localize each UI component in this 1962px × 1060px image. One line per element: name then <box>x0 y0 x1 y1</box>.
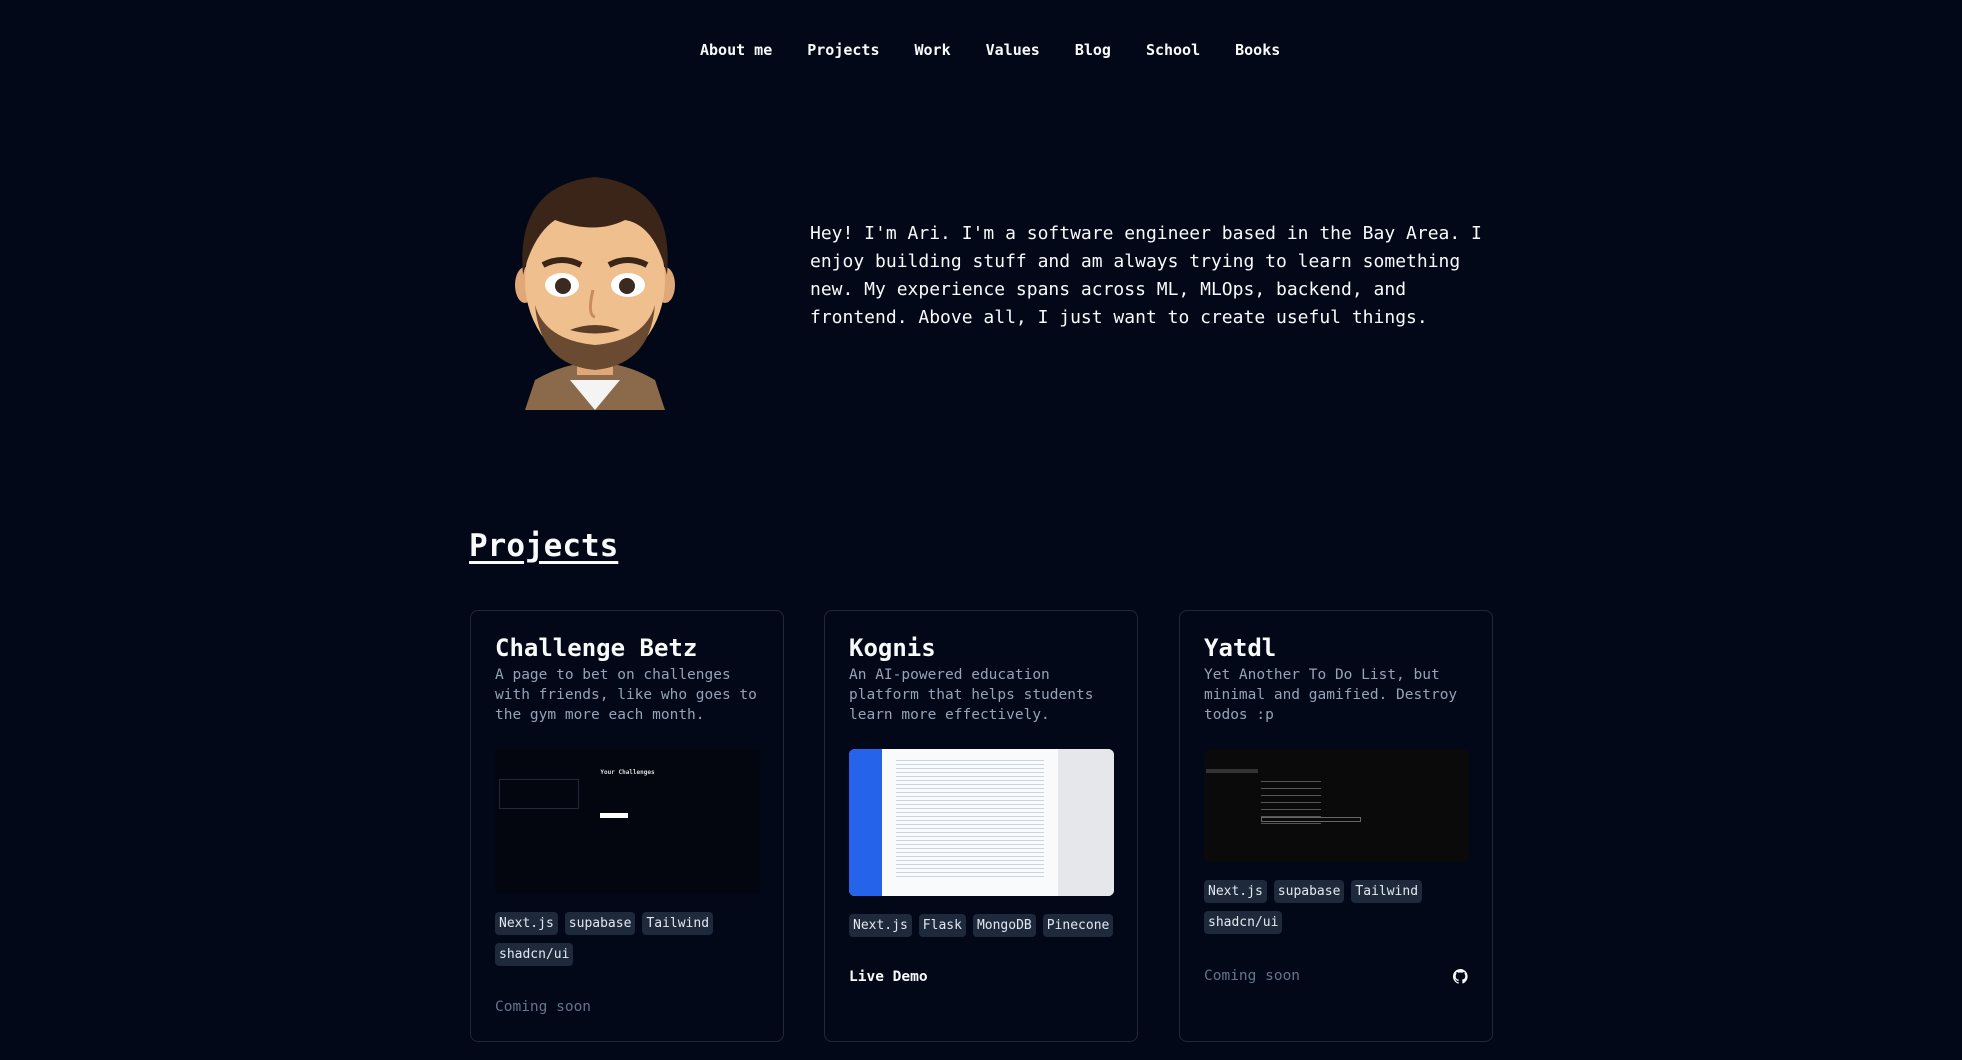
tag: shadcn/ui <box>1204 911 1283 934</box>
project-title: Yatdl <box>1204 634 1277 662</box>
status-text: Coming soon <box>1204 968 1301 984</box>
nav-books[interactable]: Books <box>1235 38 1280 62</box>
screenshot-title: Your Challenges <box>600 769 655 776</box>
project-card-kognis: Kognis An AI-powered education platform … <box>824 610 1138 1042</box>
nav-values[interactable]: Values <box>986 38 1040 62</box>
tag: shadcn/ui <box>495 943 574 966</box>
tag: Pinecone <box>1042 914 1114 937</box>
tag: Tailwind <box>642 912 714 935</box>
tag: MongoDB <box>972 914 1036 937</box>
nav-blog[interactable]: Blog <box>1075 38 1111 62</box>
nav-projects[interactable]: Projects <box>807 38 879 62</box>
live-demo-link[interactable]: Live Demo <box>849 969 928 985</box>
tag: supabase <box>1273 880 1345 903</box>
tag-list: Next.js supabase Tailwind shadcn/ui <box>495 912 765 966</box>
status-text: Coming soon <box>495 999 592 1015</box>
nav-about[interactable]: About me <box>700 38 772 62</box>
tag-list: Next.js Flask MongoDB Pinecone <box>849 914 1119 937</box>
tag: Tailwind <box>1351 880 1423 903</box>
projects-heading: Projects <box>469 528 619 564</box>
tag-list: Next.js supabase Tailwind shadcn/ui <box>1204 880 1474 934</box>
project-description: An AI-powered education platform that he… <box>849 667 1094 723</box>
github-icon[interactable] <box>1453 969 1468 984</box>
nav-work[interactable]: Work <box>915 38 951 62</box>
tag: supabase <box>564 912 636 935</box>
tag: Next.js <box>495 912 558 935</box>
project-card-challenge-betz: Challenge Betz A page to bet on challeng… <box>470 610 784 1042</box>
avatar <box>515 177 675 410</box>
project-screenshot[interactable] <box>849 749 1114 896</box>
project-description: Yet Another To Do List, but minimal and … <box>1204 667 1458 723</box>
project-card-yatdl: Yatdl Yet Another To Do List, but minima… <box>1179 610 1493 1042</box>
bio-text: Hey! I'm Ari. I'm a software engineer ba… <box>810 223 1482 328</box>
tag: Next.js <box>1204 880 1267 903</box>
project-screenshot[interactable]: Your Challenges <box>495 749 760 894</box>
project-title: Challenge Betz <box>495 634 698 662</box>
tag: Flask <box>918 914 966 937</box>
nav-school[interactable]: School <box>1146 38 1200 62</box>
project-screenshot[interactable] <box>1204 749 1469 862</box>
tag: Next.js <box>849 914 912 937</box>
project-description: A page to bet on challenges with friends… <box>495 667 757 723</box>
project-title: Kognis <box>849 634 936 662</box>
top-nav: About me Projects Work Values Blog Schoo… <box>700 38 1315 62</box>
